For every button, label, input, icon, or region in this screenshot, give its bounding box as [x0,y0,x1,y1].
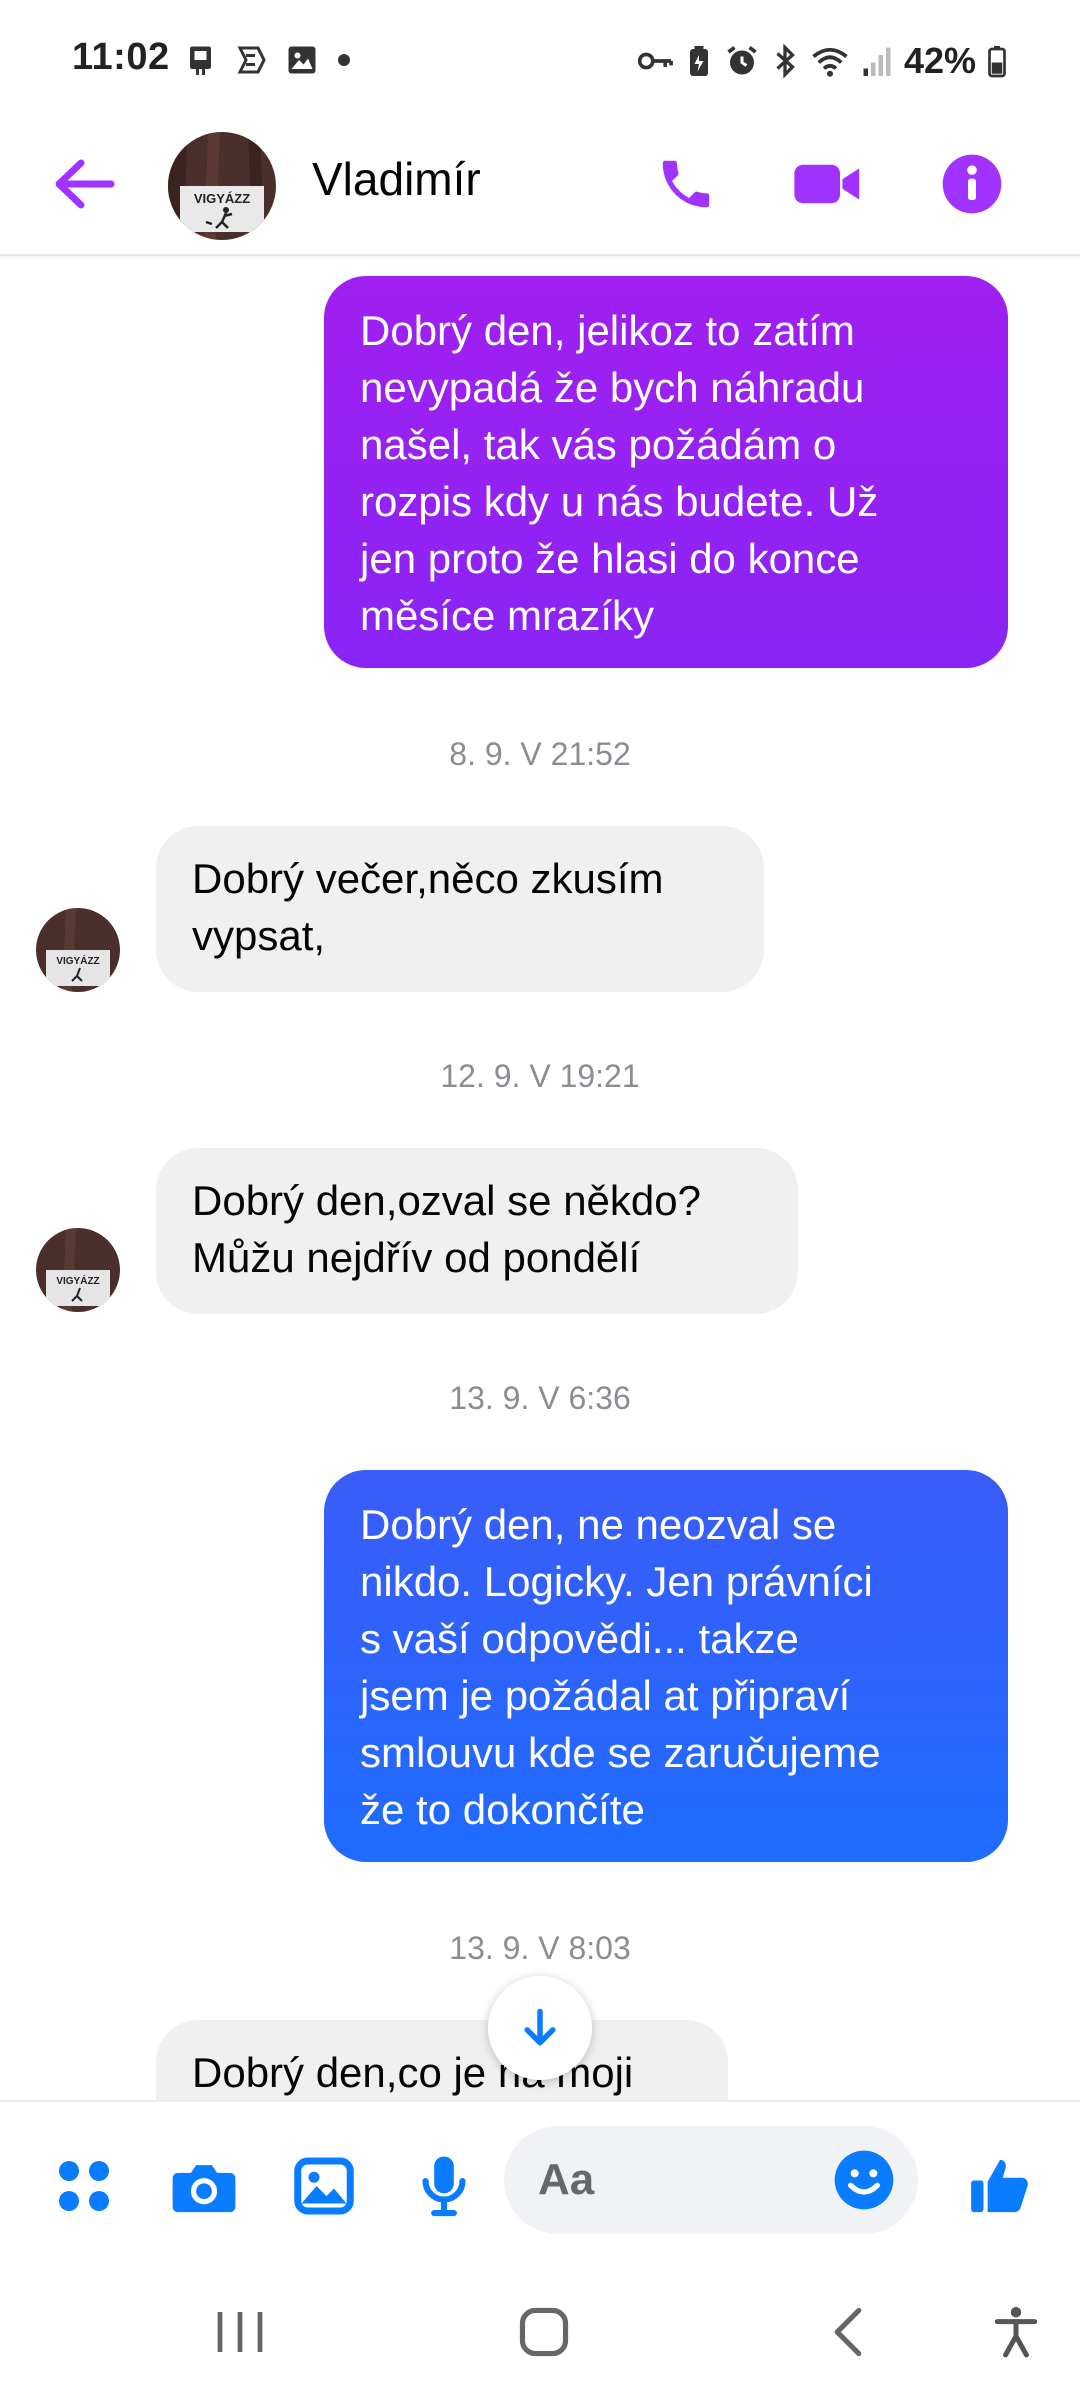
message-line: s vaší odpovědi... takze [360,1615,799,1662]
info-icon [942,154,1002,214]
camera-button[interactable] [168,2150,240,2222]
signal-icon [863,47,891,76]
wifi-icon [812,47,848,77]
status-time: 11:02 [72,36,170,78]
alarm-icon [727,46,757,75]
like-button[interactable] [964,2150,1036,2222]
message-composer [0,2100,1080,2260]
message-line: rozpis kdy u nás budete. Už [360,478,879,525]
status-right-icons: 42% [636,40,1008,82]
messenger-status-icon [237,46,266,74]
message-line: měsíce mrazíky [360,592,655,639]
outgoing-message-bubble[interactable]: Dobrý den, ne neozval se nikdo. Logicky.… [324,1470,1008,1862]
battery-percent: 42% [903,40,976,81]
phone-icon [662,160,710,208]
message-list[interactable]: Dobrý den, jelikoz to zatím nevypadá že … [0,258,1080,2100]
microphone-icon [422,2156,466,2217]
message-line: jen proto že hlasi do konce [360,535,860,582]
video-call-button[interactable] [790,146,866,222]
svg-text:VIGYÁZZ: VIGYÁZZ [56,954,99,967]
gallery-icon [294,2157,354,2215]
back-nav-button[interactable] [808,2300,888,2364]
accessibility-icon [994,2307,1038,2358]
bluetooth-icon [776,43,795,79]
scroll-to-bottom-button[interactable] [488,1976,592,2080]
message-input-field[interactable] [504,2126,918,2234]
system-navigation-bar [0,2260,1080,2400]
home-button[interactable] [504,2300,584,2364]
message-timestamp: 13. 9. V 8:03 [449,1930,631,1966]
message-line: nikdo. Logicky. Jen právníci [360,1558,873,1605]
battery-saver-icon [689,46,708,76]
message-line: Dobrý večer,něco zkusím [192,855,664,902]
message-line: že to dokončíte [360,1786,645,1833]
recents-icon [217,2312,263,2352]
incoming-message-bubble[interactable]: Dobrý den,co je na moji [156,2020,728,2100]
apps-button[interactable] [48,2150,120,2222]
video-icon [794,164,860,204]
avatar-image: VIGYÁZZ [36,908,120,992]
incoming-message-bubble[interactable]: Dobrý den,ozval se někdo? Můžu nejdřív o… [156,1148,798,1314]
avatar-image: VIGYÁZZ [168,132,276,240]
thumbs-up-icon [971,2159,1028,2213]
gallery-icon [288,46,316,74]
sender-avatar[interactable]: VIGYÁZZ [36,908,120,992]
info-button[interactable] [934,146,1010,222]
call-button[interactable] [648,146,724,222]
gallery-button[interactable] [288,2150,360,2222]
message-line: Dobrý den,co je na moji [192,2049,634,2096]
contact-name[interactable]: Vladimír [312,152,481,206]
message-line: Dobrý den, ne neozval se [360,1501,837,1548]
microphone-button[interactable] [408,2150,480,2222]
message-line: Můžu nejdřív od pondělí [192,1234,641,1281]
recents-button[interactable] [200,2300,280,2364]
arrow-down-icon [524,2008,556,2046]
apps-icon [59,2161,109,2211]
back-button[interactable] [48,148,120,220]
svg-text:VIGYÁZZ: VIGYÁZZ [56,1274,99,1287]
arrow-left-icon [55,159,115,209]
avatar-image: VIGYÁZZ [36,1228,120,1312]
message-timestamp: 8. 9. V 21:52 [449,736,631,772]
accessibility-button[interactable] [976,2300,1056,2364]
message-timestamp: 13. 9. V 6:36 [449,1380,631,1416]
sender-avatar[interactable]: VIGYÁZZ [36,1228,120,1312]
avatar-sign-text: VIGYÁZZ [194,191,250,206]
status-left-icons [184,42,354,78]
outgoing-message-bubble[interactable]: Dobrý den, jelikoz to zatím nevypadá že … [324,276,1008,668]
message-line: Dobrý den,ozval se někdo? [192,1177,701,1224]
contact-avatar[interactable]: VIGYÁZZ [168,132,276,240]
message-line: smlouvu kde se zaručujeme [360,1729,881,1776]
message-input[interactable] [538,2148,798,2212]
message-line: vypsat, [192,912,326,959]
incoming-message-bubble[interactable]: Dobrý večer,něco zkusím vypsat, [156,826,764,992]
message-timestamp: 12. 9. V 19:21 [440,1058,640,1094]
emoji-icon[interactable] [832,2148,896,2212]
message-line: Dobrý den, jelikoz to zatím [360,307,855,354]
home-icon [519,2307,569,2357]
conversation-header: VIGYÁZZ Vladimír [0,118,1080,256]
message-line: našel, tak vás požádám o [360,421,837,468]
back-icon [834,2307,862,2357]
message-line: nevypadá že bych náhradu [360,364,865,411]
key-icon [637,52,673,70]
dot-icon [338,54,350,66]
sim-icon [190,46,211,75]
message-line: jsem je požádal at připraví [360,1672,851,1719]
battery-icon [988,46,1006,78]
camera-icon [172,2165,236,2213]
status-bar: 11:02 42% [0,0,1080,118]
